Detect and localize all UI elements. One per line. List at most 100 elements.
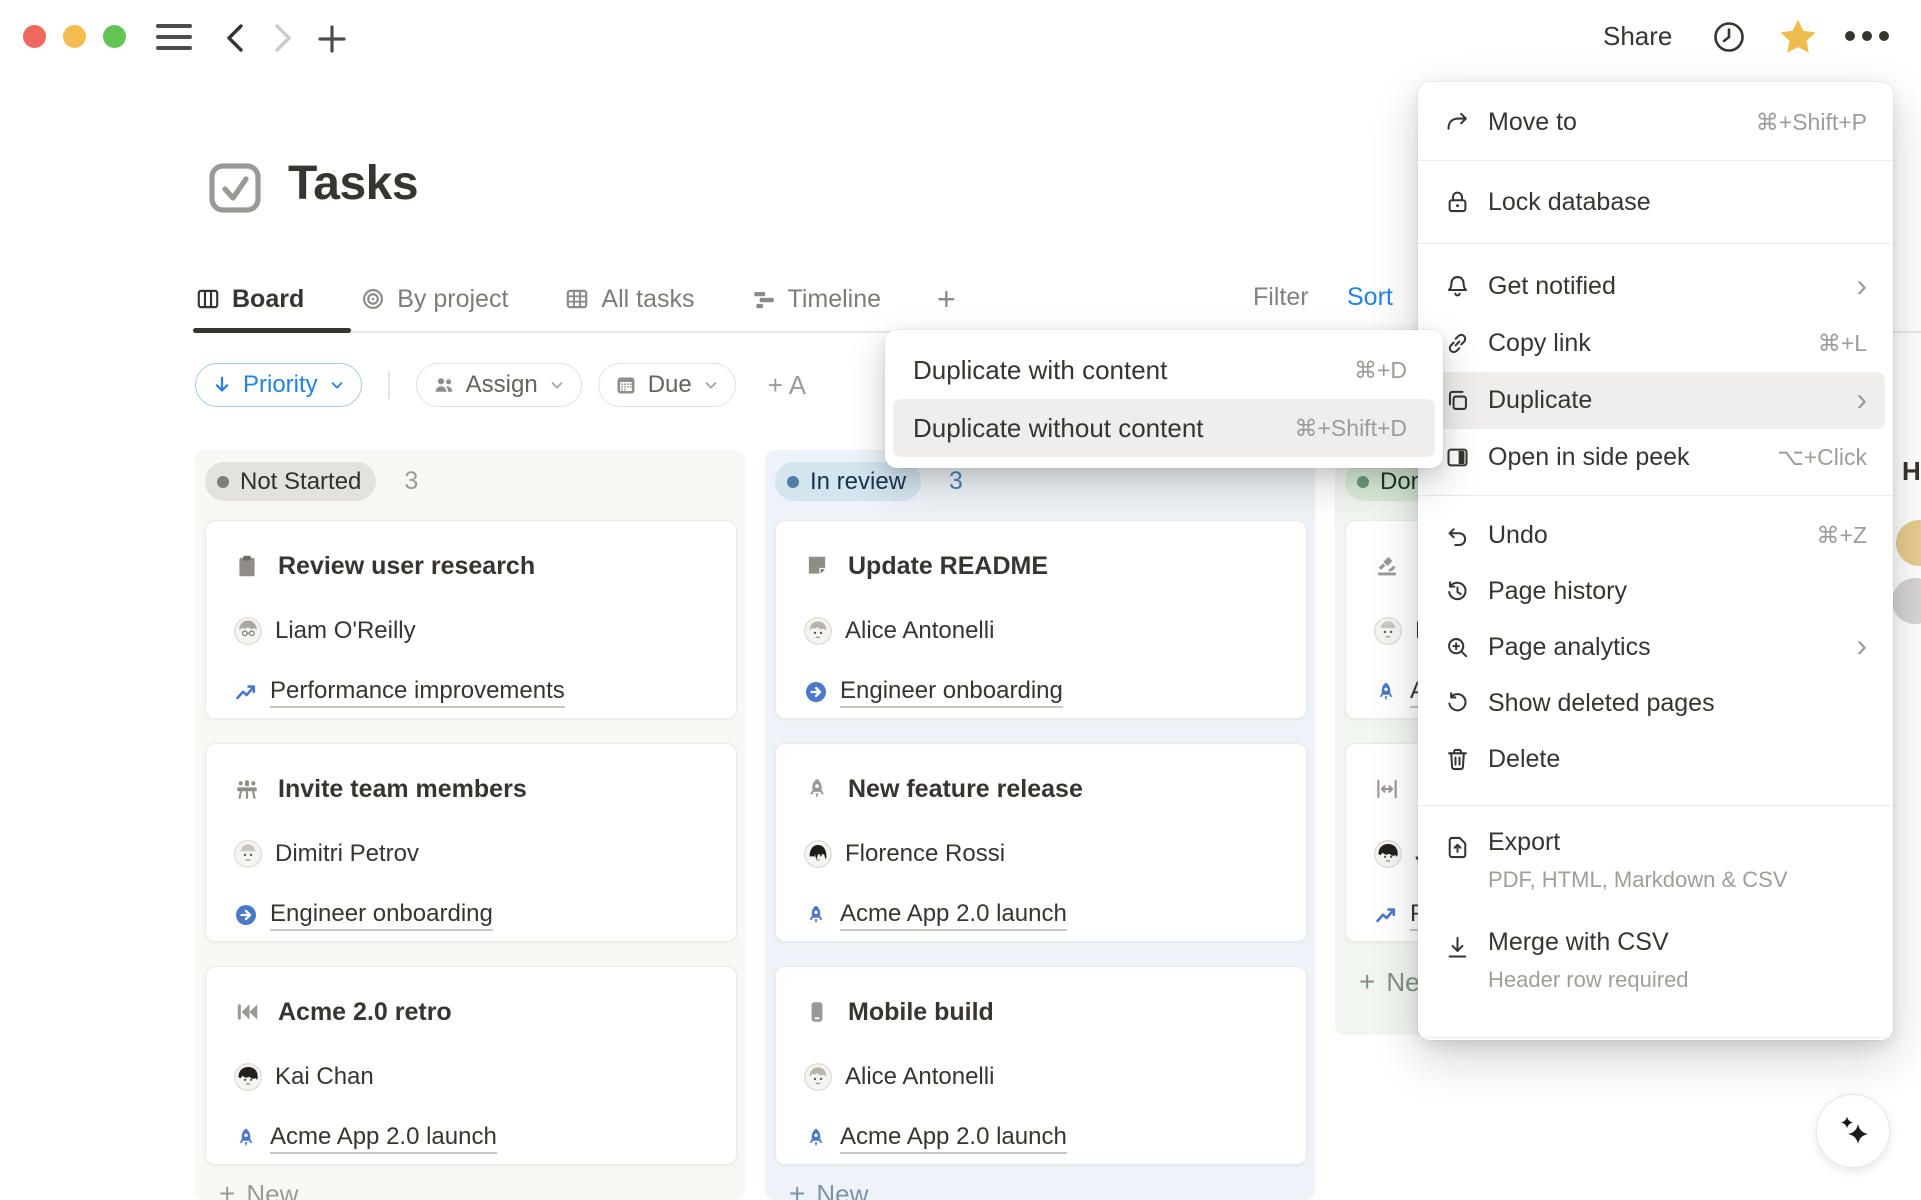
- avatar: [1374, 617, 1402, 645]
- window-zoom-button[interactable]: [103, 25, 126, 48]
- tab-by-project[interactable]: By project: [360, 285, 508, 314]
- edge-avatar-yellow: [1896, 520, 1921, 566]
- plus-icon: +: [219, 1178, 235, 1200]
- due-chip[interactable]: Due: [598, 363, 736, 407]
- menu-item-move-to[interactable]: Move to ⌘+Shift+P: [1426, 92, 1885, 152]
- calendar-icon: [614, 373, 638, 397]
- menu-item-export[interactable]: Export PDF, HTML, Markdown & CSV: [1426, 820, 1885, 920]
- status-dot: [1357, 476, 1369, 488]
- sidebar-menu-icon[interactable]: [155, 22, 193, 52]
- chevron-right-icon: ›: [1856, 383, 1867, 415]
- filter-button[interactable]: Filter: [1253, 283, 1309, 312]
- avatar: [804, 617, 832, 645]
- export-icon: [1444, 834, 1471, 861]
- microscope-icon: [1374, 553, 1400, 579]
- board-column-not-started: Not Started 3 Review user research Liam …: [195, 450, 745, 1200]
- add-card-button[interactable]: +New: [219, 1178, 298, 1200]
- menu-item-get-notified[interactable]: Get notified ›: [1426, 258, 1885, 315]
- tab-board[interactable]: Board: [195, 285, 304, 314]
- related-page-link[interactable]: Engineer onboarding: [270, 900, 493, 931]
- menu-item-delete[interactable]: Delete: [1426, 731, 1885, 787]
- card-title: Acme 2.0 retro: [278, 998, 452, 1027]
- target-icon: [360, 286, 386, 312]
- add-filter-fragment[interactable]: + A: [768, 370, 806, 401]
- menu-item-duplicate-without-content[interactable]: Duplicate without content ⌘+Shift+D: [893, 399, 1435, 457]
- history-clock-icon: [1444, 578, 1471, 605]
- avatar: [804, 840, 832, 868]
- bell-icon: [1444, 273, 1471, 300]
- nav-back-icon[interactable]: [222, 22, 248, 54]
- column-count: 3: [404, 467, 418, 496]
- priority-sort-chip[interactable]: Priority: [195, 363, 362, 407]
- related-page-link[interactable]: Acme App 2.0 launch: [840, 900, 1067, 931]
- menu-item-lock-database[interactable]: Lock database: [1426, 169, 1885, 235]
- chevron-down-icon: [328, 376, 346, 394]
- task-card[interactable]: Update README Alice Antonelli Engineer o…: [775, 520, 1307, 719]
- chips-divider: [388, 371, 390, 399]
- updates-clock-icon[interactable]: [1712, 20, 1746, 54]
- menu-item-copy-link[interactable]: Copy link ⌘+L: [1426, 315, 1885, 372]
- task-card[interactable]: Acme 2.0 retro Kai Chan Acme App 2.0 lau…: [205, 966, 737, 1165]
- menu-item-page-history[interactable]: Page history: [1426, 563, 1885, 619]
- add-card-button[interactable]: +New: [789, 1178, 868, 1200]
- merge-csv-icon: [1444, 934, 1471, 961]
- link-icon: [1444, 330, 1471, 357]
- card-title: New feature release: [848, 775, 1083, 804]
- page-icon-checkbox[interactable]: [208, 162, 262, 214]
- ai-assistant-button[interactable]: [1816, 1094, 1890, 1168]
- share-button[interactable]: Share: [1603, 21, 1672, 52]
- menu-item-show-deleted-pages[interactable]: Show deleted pages: [1426, 675, 1885, 731]
- sort-button[interactable]: Sort: [1347, 283, 1393, 312]
- related-page-link[interactable]: Acme App 2.0 launch: [270, 1123, 497, 1154]
- tab-all-tasks[interactable]: All tasks: [564, 285, 694, 314]
- window-minimize-button[interactable]: [63, 25, 86, 48]
- favorite-star-icon[interactable]: [1776, 15, 1820, 59]
- view-tabbar: Board By project All tasks Timeline +: [195, 276, 956, 322]
- window-close-button[interactable]: [23, 25, 46, 48]
- menu-item-undo[interactable]: Undo ⌘+Z: [1426, 507, 1885, 563]
- avatar: [234, 840, 262, 868]
- people-icon: [432, 373, 456, 397]
- task-card[interactable]: Mobile build Alice Antonelli Acme App 2.…: [775, 966, 1307, 1165]
- board-view-icon: [195, 286, 221, 312]
- menu-item-duplicate[interactable]: Duplicate ›: [1426, 372, 1885, 429]
- duplicate-submenu: Duplicate with content ⌘+D Duplicate wit…: [885, 330, 1443, 468]
- task-card[interactable]: New feature release Florence Rossi Acme …: [775, 743, 1307, 942]
- tab-timeline[interactable]: Timeline: [751, 285, 882, 314]
- side-peek-icon: [1444, 444, 1471, 471]
- menu-item-open-side-peek[interactable]: Open in side peek ⌥+Click: [1426, 429, 1885, 486]
- menu-item-merge-with-csv[interactable]: Merge with CSV Header row required: [1426, 920, 1885, 1020]
- related-page-link[interactable]: Engineer onboarding: [840, 677, 1063, 708]
- nav-forward-icon[interactable]: [270, 22, 296, 54]
- menu-item-duplicate-with-content[interactable]: Duplicate with content ⌘+D: [893, 341, 1435, 399]
- avatar: [234, 617, 262, 645]
- active-tab-underline: [193, 328, 351, 333]
- plus-icon: +: [1359, 966, 1375, 998]
- rocket-icon: [1374, 680, 1398, 704]
- assign-chip[interactable]: Assign: [416, 363, 582, 407]
- add-view-button[interactable]: +: [937, 281, 956, 318]
- timeline-view-icon: [751, 286, 777, 312]
- chevron-down-icon: [702, 376, 720, 394]
- arrow-circle-icon: [804, 680, 828, 704]
- new-page-plus-icon[interactable]: [316, 23, 348, 55]
- app-window: Share Tasks Board By project All tasks T…: [0, 0, 1921, 1200]
- menu-item-page-analytics[interactable]: Page analytics ›: [1426, 619, 1885, 675]
- trash-icon: [1444, 746, 1471, 773]
- page-title[interactable]: Tasks: [288, 156, 418, 211]
- meeting-icon: [234, 776, 260, 802]
- status-dot: [217, 476, 229, 488]
- person-name: Kai Chan: [275, 1063, 374, 1091]
- column-header[interactable]: Not Started 3: [205, 462, 418, 501]
- person-name: Alice Antonelli: [845, 617, 994, 645]
- task-card[interactable]: Invite team members Dimitri Petrov Engin…: [205, 743, 737, 942]
- column-count: 3: [949, 467, 963, 496]
- more-options-icon[interactable]: [1845, 31, 1889, 41]
- duplicate-icon: [1444, 387, 1471, 414]
- task-card[interactable]: Review user research Liam O'Reilly Perfo…: [205, 520, 737, 719]
- undo-icon: [1444, 522, 1471, 549]
- related-page-link[interactable]: Performance improvements: [270, 677, 565, 708]
- text-width-icon: [1374, 776, 1400, 802]
- rocket-gray-icon: [804, 776, 830, 802]
- related-page-link[interactable]: Acme App 2.0 launch: [840, 1123, 1067, 1154]
